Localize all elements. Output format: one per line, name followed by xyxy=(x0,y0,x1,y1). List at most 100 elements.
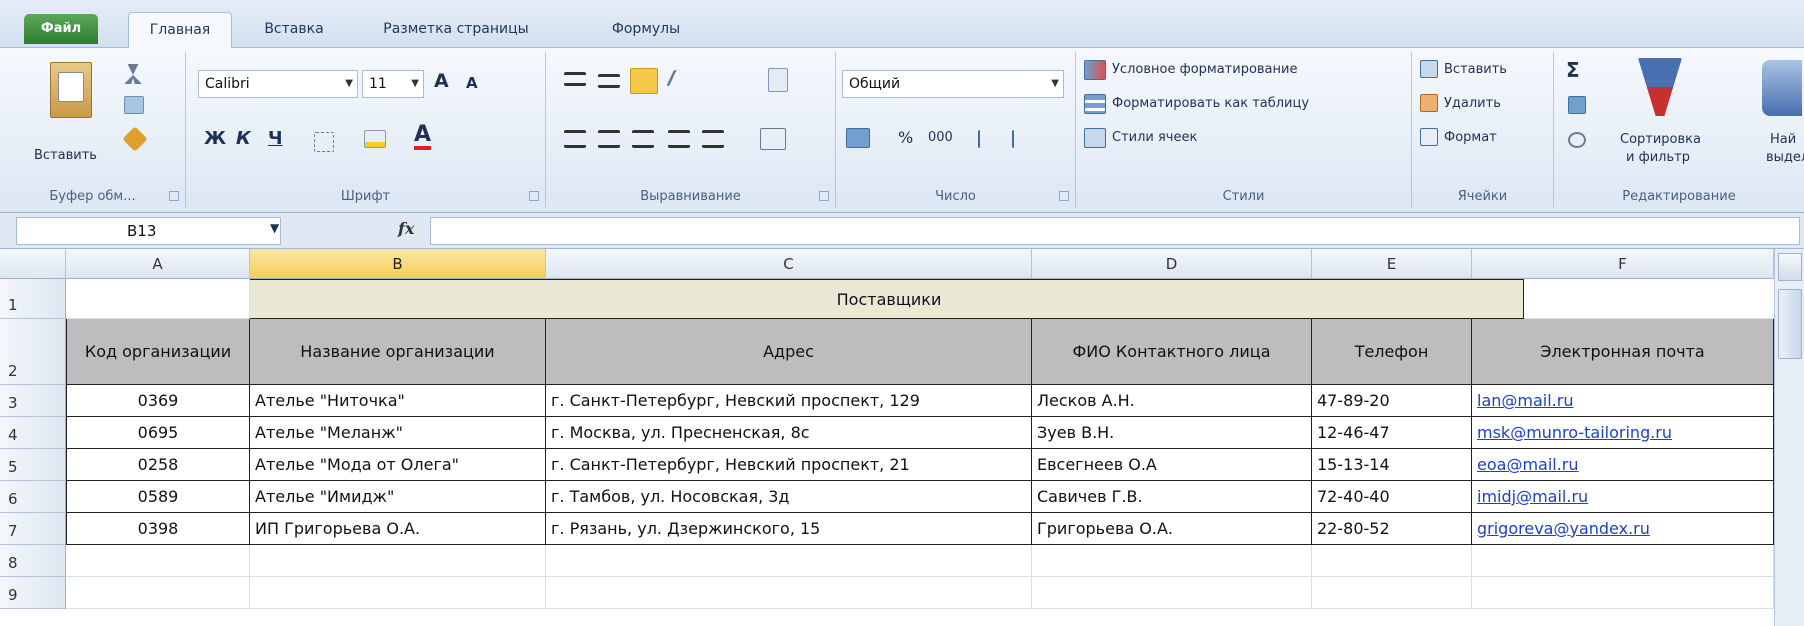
row-header-3[interactable]: 3 xyxy=(0,385,66,417)
tab-page-layout[interactable]: Разметка страницы xyxy=(356,12,556,48)
find-select-icon[interactable] xyxy=(1762,60,1802,116)
format-painter-icon[interactable] xyxy=(122,126,148,152)
row-header-8[interactable]: 8 xyxy=(0,545,66,577)
increase-decimal-icon[interactable] xyxy=(978,130,998,148)
header-cell-address[interactable]: Адрес xyxy=(546,319,1032,385)
worksheet-grid[interactable]: A B C D E F 1 2 3 4 5 6 7 8 9 Поставщики… xyxy=(0,249,1804,626)
table-cell[interactable]: Ателье "Ниточка" xyxy=(250,385,546,417)
format-cells-icon[interactable] xyxy=(1420,128,1438,146)
header-cell-phone[interactable]: Телефон xyxy=(1312,319,1472,385)
delete-cells-button[interactable]: Удалить xyxy=(1444,96,1501,111)
decrease-indent-icon[interactable] xyxy=(668,130,690,148)
font-size-combo[interactable]: 11 ▼ xyxy=(362,70,424,98)
borders-icon[interactable] xyxy=(314,132,334,152)
shrink-font-button[interactable]: A xyxy=(466,74,478,92)
cell-empty[interactable] xyxy=(1524,279,1774,319)
currency-icon[interactable] xyxy=(846,128,870,148)
cut-icon[interactable] xyxy=(124,64,142,84)
name-box-dropdown-icon[interactable]: ▼ xyxy=(270,221,279,235)
table-cell[interactable]: ИП Григорьева О.А. xyxy=(250,513,546,545)
table-cell[interactable]: Зуев В.Н. xyxy=(1032,417,1312,449)
cell-a1[interactable] xyxy=(66,279,250,319)
tab-file[interactable]: Файл xyxy=(24,14,98,44)
cell-empty[interactable] xyxy=(1472,577,1774,609)
table-cell[interactable]: 72-40-40 xyxy=(1312,481,1472,513)
table-cell[interactable]: Лесков А.Н. xyxy=(1032,385,1312,417)
bold-button[interactable]: Ж xyxy=(204,128,226,149)
cell-styles-icon[interactable] xyxy=(1084,128,1106,148)
table-cell[interactable]: Григорьева О.А. xyxy=(1032,513,1312,545)
vertical-scrollbar[interactable] xyxy=(1774,249,1804,626)
row-header-7[interactable]: 7 xyxy=(0,513,66,545)
cell-empty[interactable] xyxy=(250,577,546,609)
sort-filter-icon[interactable] xyxy=(1638,58,1682,116)
font-launcher-icon[interactable] xyxy=(529,191,539,201)
scrollbar-thumb[interactable] xyxy=(1778,289,1802,359)
row-header-1[interactable]: 1 xyxy=(0,279,66,319)
header-cell-code[interactable]: Код организации xyxy=(66,319,250,385)
table-cell[interactable]: 0369 xyxy=(66,385,250,417)
header-cell-org-name[interactable]: Название организации xyxy=(250,319,546,385)
wrap-text-icon[interactable] xyxy=(768,68,788,92)
underline-button[interactable]: Ч xyxy=(268,128,283,149)
column-header-c[interactable]: C xyxy=(546,249,1032,279)
scroll-up-icon[interactable] xyxy=(1778,253,1802,281)
paste-button-label[interactable]: Вставить xyxy=(34,148,97,163)
cell-empty[interactable] xyxy=(66,545,250,577)
fill-icon[interactable] xyxy=(1568,96,1586,114)
column-header-b[interactable]: B xyxy=(250,249,546,279)
column-header-a[interactable]: A xyxy=(66,249,250,279)
cell-empty[interactable] xyxy=(546,545,1032,577)
cell-empty[interactable] xyxy=(1312,577,1472,609)
header-cell-email[interactable]: Электронная почта xyxy=(1472,319,1774,385)
cell-empty[interactable] xyxy=(1032,577,1312,609)
table-cell[interactable]: г. Санкт-Петербург, Невский проспект, 21 xyxy=(546,449,1032,481)
table-cell[interactable]: 47-89-20 xyxy=(1312,385,1472,417)
autosum-icon[interactable]: Σ xyxy=(1566,58,1580,82)
align-bottom-icon[interactable] xyxy=(630,68,658,94)
row-header-5[interactable]: 5 xyxy=(0,449,66,481)
format-cells-button[interactable]: Формат xyxy=(1444,130,1497,145)
find-select-label[interactable]: Най xyxy=(1770,132,1796,147)
cell-empty[interactable] xyxy=(546,577,1032,609)
table-cell[interactable]: Ателье "Мода от Олега" xyxy=(250,449,546,481)
table-cell[interactable]: 0398 xyxy=(66,513,250,545)
align-center-icon[interactable] xyxy=(598,130,620,148)
column-header-d[interactable]: D xyxy=(1032,249,1312,279)
email-link[interactable]: lan@mail.ru xyxy=(1472,385,1774,417)
align-middle-icon[interactable] xyxy=(598,74,620,88)
table-cell[interactable]: Ателье "Имидж" xyxy=(250,481,546,513)
fill-color-icon[interactable] xyxy=(364,130,386,148)
percent-button[interactable]: % xyxy=(898,128,913,147)
clear-icon[interactable] xyxy=(1568,132,1586,148)
table-title-cell[interactable]: Поставщики xyxy=(250,279,1524,319)
name-box[interactable]: B13 xyxy=(16,217,281,245)
row-header-9[interactable]: 9 xyxy=(0,577,66,609)
align-top-icon[interactable] xyxy=(564,72,586,86)
sort-filter-label-2[interactable]: и фильтр xyxy=(1626,150,1690,165)
column-header-f[interactable]: F xyxy=(1472,249,1774,279)
number-launcher-icon[interactable] xyxy=(1059,191,1069,201)
clipboard-launcher-icon[interactable] xyxy=(169,191,179,201)
format-as-table-button[interactable]: Форматировать как таблицу xyxy=(1112,96,1309,111)
copy-icon[interactable] xyxy=(124,96,144,114)
row-header-6[interactable]: 6 xyxy=(0,481,66,513)
grow-font-button[interactable]: A xyxy=(434,70,449,92)
number-format-combo[interactable]: Общий ▼ xyxy=(842,70,1064,98)
cell-empty[interactable] xyxy=(250,545,546,577)
header-cell-contact[interactable]: ФИО Контактного лица xyxy=(1032,319,1312,385)
table-cell[interactable]: Евсегнеев О.А xyxy=(1032,449,1312,481)
tab-insert[interactable]: Вставка xyxy=(246,12,342,48)
table-cell[interactable]: г. Москва, ул. Пресненская, 8с xyxy=(546,417,1032,449)
cell-empty[interactable] xyxy=(66,577,250,609)
alignment-launcher-icon[interactable] xyxy=(819,191,829,201)
row-header-2[interactable]: 2 xyxy=(0,319,66,385)
conditional-formatting-icon[interactable] xyxy=(1084,60,1106,80)
table-cell[interactable]: 22-80-52 xyxy=(1312,513,1472,545)
table-cell[interactable]: 0589 xyxy=(66,481,250,513)
email-link[interactable]: imidj@mail.ru xyxy=(1472,481,1774,513)
table-cell[interactable]: 0258 xyxy=(66,449,250,481)
insert-function-icon[interactable]: fx xyxy=(398,219,414,238)
cell-empty[interactable] xyxy=(1312,545,1472,577)
merge-center-icon[interactable] xyxy=(760,128,786,150)
